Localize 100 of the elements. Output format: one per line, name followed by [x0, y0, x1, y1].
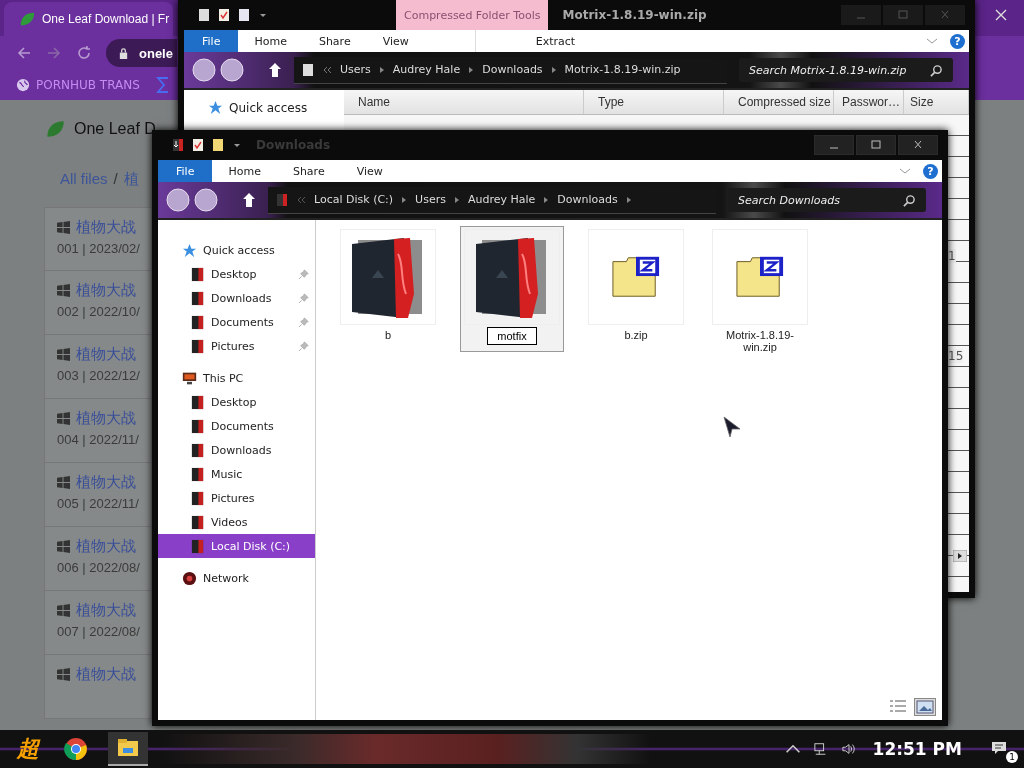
notification-badge: 1: [1006, 751, 1018, 763]
search-field[interactable]: Search Downloads: [728, 188, 926, 212]
ribbon-tab[interactable]: Home: [212, 160, 277, 182]
folder-icon: [190, 418, 205, 434]
forward-button[interactable]: [194, 188, 218, 212]
window-title: Motrix-1.8.19-win.zip: [562, 8, 707, 22]
column-header[interactable]: Name: [344, 90, 584, 114]
folder-icon: [190, 394, 205, 410]
file-meta: 003 | 2022/12/: [57, 368, 140, 383]
large-icons-view-icon[interactable]: [914, 698, 936, 716]
nav-item[interactable]: Desktop: [158, 262, 315, 286]
nav-item[interactable]: Documents: [158, 414, 315, 438]
new-folder-icon[interactable]: [238, 8, 250, 22]
nav-item[interactable]: This PC: [158, 366, 315, 390]
monitor-icon: [182, 370, 197, 386]
ribbon-tab[interactable]: Share: [276, 160, 341, 182]
nav-item[interactable]: Desktop: [158, 390, 315, 414]
maximize-icon[interactable]: [856, 135, 896, 155]
up-arrow-icon[interactable]: [268, 62, 282, 78]
breadcrumb-separator: /: [113, 170, 118, 189]
reload-icon[interactable]: [76, 45, 92, 61]
nav-item[interactable]: Videos: [158, 510, 315, 534]
ribbon-tab[interactable]: Home: [238, 30, 303, 52]
nav-item[interactable]: Network: [158, 566, 315, 590]
scroll-right-icon[interactable]: [953, 550, 967, 562]
folder-icon: [190, 338, 205, 354]
folder-icon[interactable]: [212, 138, 224, 152]
file-name: b.zip: [623, 329, 649, 341]
nav-item[interactable]: Downloads: [158, 438, 315, 462]
ribbon-tab[interactable]: View: [340, 160, 399, 182]
back-button[interactable]: [166, 188, 190, 212]
column-header[interactable]: Compressed size: [724, 90, 834, 114]
ribbon-tab[interactable]: File: [184, 30, 239, 52]
lock-icon: [118, 46, 129, 60]
zip-folder-icon: [611, 255, 661, 299]
search-icon[interactable]: [930, 63, 943, 77]
start-button[interactable]: 超: [12, 734, 44, 764]
nav-item[interactable]: Local Disk (C:): [158, 534, 315, 558]
help-button[interactable]: ?: [950, 33, 965, 49]
file-explorer-icon[interactable]: [108, 732, 148, 766]
windows-icon: [57, 476, 70, 489]
windows-icon: [57, 412, 70, 425]
table-cell: 15: [948, 349, 964, 363]
file-meta: 006 | 2022/08/: [57, 560, 140, 575]
address-bar[interactable]: Users Audrey Hale Downloads Motrix-1.8.19-win.zip: [294, 56, 727, 84]
ribbon-tab[interactable]: View: [366, 30, 425, 52]
folder-icon: [190, 314, 205, 330]
nav-item[interactable]: Downloads: [158, 286, 315, 310]
volume-icon[interactable]: [840, 742, 857, 756]
caret-icon[interactable]: [232, 141, 242, 149]
search-icon[interactable]: [903, 193, 916, 207]
address-bar[interactable]: Local Disk (C:) Users Audrey Hale Downloads: [268, 186, 716, 214]
ribbon-tab[interactable]: Share: [302, 30, 367, 52]
search-field[interactable]: Search Motrix-1.8.19-win.zip: [739, 58, 953, 82]
caret-icon[interactable]: [258, 11, 268, 19]
chevron-icon[interactable]: [899, 167, 911, 175]
browser-tab[interactable]: One Leaf Download | Fr: [4, 2, 174, 36]
download-folder-icon[interactable]: [172, 138, 184, 152]
star-icon: [182, 242, 197, 258]
windows-icon: [57, 284, 70, 297]
folder-icon: [190, 466, 205, 482]
up-arrow-icon[interactable]: [242, 192, 256, 208]
nav-item[interactable]: Quick access: [208, 100, 344, 115]
column-header[interactable]: Size: [904, 90, 969, 114]
folder-icon: [190, 442, 205, 458]
context-tab-header: Compressed Folder Tools: [396, 0, 549, 30]
back-button[interactable]: [192, 58, 216, 82]
nav-item[interactable]: Pictures: [158, 486, 315, 510]
notification-icon[interactable]: [990, 740, 1008, 756]
nav-item[interactable]: Quick access: [158, 238, 315, 262]
column-header[interactable]: Passwor…: [834, 90, 904, 114]
page-icon[interactable]: [198, 8, 210, 22]
clock[interactable]: 12:51 PM: [872, 739, 962, 759]
forward-button[interactable]: [220, 58, 244, 82]
leaf-icon: [44, 118, 66, 140]
file-meta: 001 | 2023/02/: [57, 241, 140, 256]
globe-icon: [16, 78, 30, 92]
folder-icon: [190, 266, 205, 282]
file-item[interactable]: motfix: [460, 226, 564, 352]
nav-item[interactable]: Documents: [158, 310, 315, 334]
windows-icon: [57, 604, 70, 617]
chevron-icon[interactable]: [926, 37, 938, 45]
help-button[interactable]: ?: [923, 163, 938, 179]
column-header[interactable]: Type: [584, 90, 724, 114]
properties-icon[interactable]: [218, 8, 230, 22]
table-cell: 1: [948, 249, 956, 263]
file-meta: 004 | 2022/11/: [57, 432, 139, 447]
folder-icon: [190, 514, 205, 530]
file-name: Motrix-1.8.19-win.zip: [725, 329, 795, 353]
folder-icon: [190, 538, 205, 554]
windows-icon: [57, 668, 70, 681]
back-icon[interactable]: [16, 45, 32, 61]
address-field[interactable]: onele: [106, 39, 177, 67]
nav-item[interactable]: Pictures: [158, 334, 315, 358]
windows-icon: [57, 221, 70, 234]
nav-item[interactable]: Music: [158, 462, 315, 486]
folder-icon: [190, 290, 205, 306]
rename-field[interactable]: motfix: [487, 327, 537, 345]
properties-icon[interactable]: [192, 138, 204, 152]
star-icon: [208, 100, 223, 115]
